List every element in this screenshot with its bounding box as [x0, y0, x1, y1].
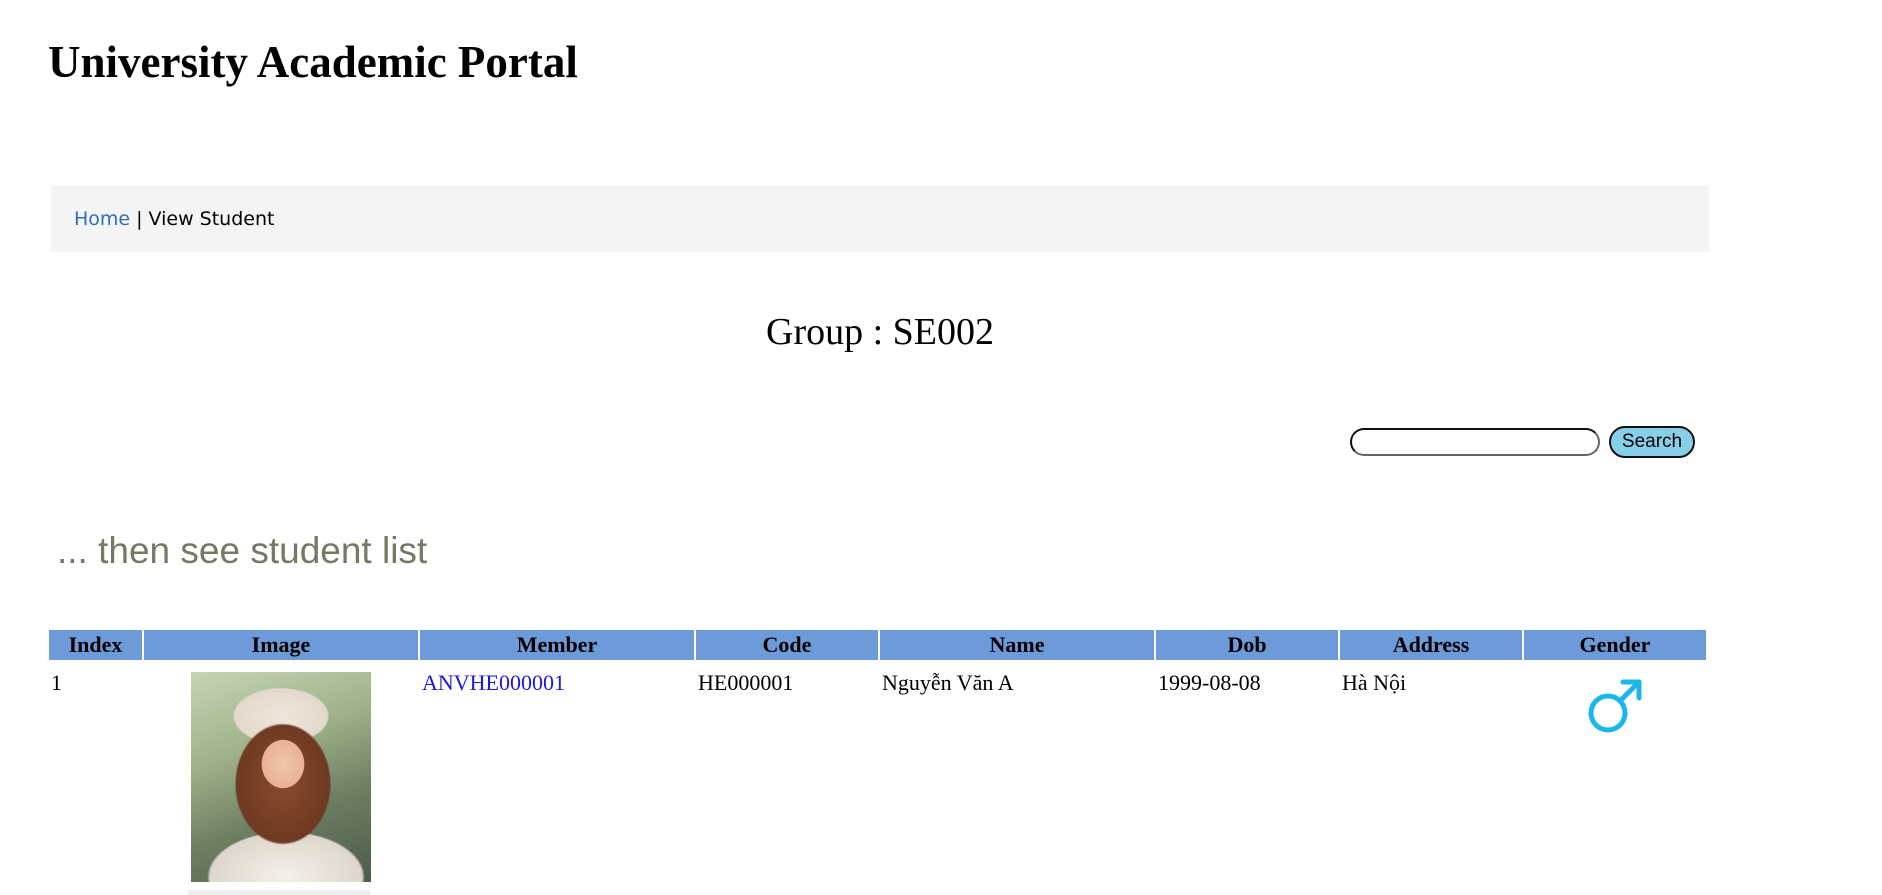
column-header-index: Index [49, 630, 142, 660]
cell-image [144, 662, 418, 890]
male-symbol-icon [1588, 679, 1642, 733]
table-header-row: Index Image Member Code Name Dob Address… [49, 630, 1706, 660]
cell-index: 1 [51, 670, 62, 695]
breadcrumb-current: View Student [148, 208, 275, 230]
cell-gender [1524, 662, 1706, 890]
search-form: Search [1350, 426, 1695, 458]
page: University Academic Portal Home | View Stu… [0, 0, 1882, 895]
table-row: 1 ANVHE000001 HE000001 Nguyễn Văn A 1999… [49, 662, 1706, 890]
cell-dob: 1999-08-08 [1158, 670, 1261, 695]
column-header-code: Code [696, 630, 878, 660]
breadcrumb: Home | View Student [51, 186, 1709, 252]
column-header-address: Address [1340, 630, 1522, 660]
cell-code: HE000001 [698, 670, 794, 695]
column-header-gender: Gender [1524, 630, 1706, 660]
column-header-name: Name [880, 630, 1154, 660]
search-button[interactable]: Search [1609, 426, 1695, 458]
group-heading: Group : SE002 [766, 311, 994, 353]
student-table: Index Image Member Code Name Dob Address… [47, 628, 1708, 892]
column-header-member: Member [420, 630, 694, 660]
member-link[interactable]: ANVHE000001 [422, 670, 565, 695]
cell-address: Hà Nội [1342, 670, 1407, 695]
search-input[interactable] [1350, 428, 1600, 456]
student-photo [191, 672, 371, 882]
student-list-subtitle: ... then see student list [57, 530, 428, 571]
breadcrumb-separator: | [136, 208, 143, 230]
cell-name: Nguyễn Văn A [882, 670, 1014, 695]
portal-title: University Academic Portal [48, 37, 578, 87]
next-row-photo-edge [188, 890, 370, 895]
column-header-image: Image [144, 630, 418, 660]
column-header-dob: Dob [1156, 630, 1338, 660]
cell-member: ANVHE000001 [420, 662, 694, 890]
breadcrumb-home-link[interactable]: Home [74, 208, 130, 230]
